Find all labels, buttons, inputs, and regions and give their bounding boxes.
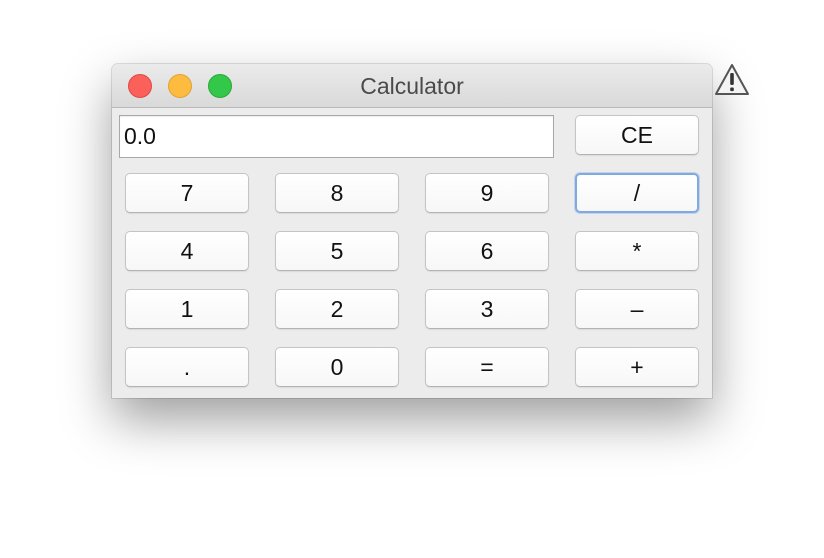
add-button[interactable]: +: [575, 347, 699, 387]
title-bar[interactable]: Calculator: [112, 64, 712, 108]
equals-button[interactable]: =: [425, 347, 549, 387]
digit-4-button[interactable]: 4: [125, 231, 249, 271]
digit-8-button[interactable]: 8: [275, 173, 399, 213]
digit-2-button[interactable]: 2: [275, 289, 399, 329]
decimal-point-button[interactable]: .: [125, 347, 249, 387]
display-field[interactable]: [119, 115, 554, 158]
digit-0-button[interactable]: 0: [275, 347, 399, 387]
digit-6-button[interactable]: 6: [425, 231, 549, 271]
window-title: Calculator: [360, 73, 464, 99]
clear-entry-button[interactable]: CE: [575, 115, 699, 155]
digit-9-button[interactable]: 9: [425, 173, 549, 213]
digit-3-button[interactable]: 3: [425, 289, 549, 329]
calculator-window: Calculator CE 7 8 9 / 4 5 6 * 1 2 3 – . …: [112, 64, 712, 398]
digit-1-button[interactable]: 1: [125, 289, 249, 329]
subtract-button[interactable]: –: [575, 289, 699, 329]
digit-7-button[interactable]: 7: [125, 173, 249, 213]
multiply-button[interactable]: *: [575, 231, 699, 271]
digit-5-button[interactable]: 5: [275, 231, 399, 271]
divide-button[interactable]: /: [575, 173, 699, 213]
warning-icon: [715, 64, 749, 95]
